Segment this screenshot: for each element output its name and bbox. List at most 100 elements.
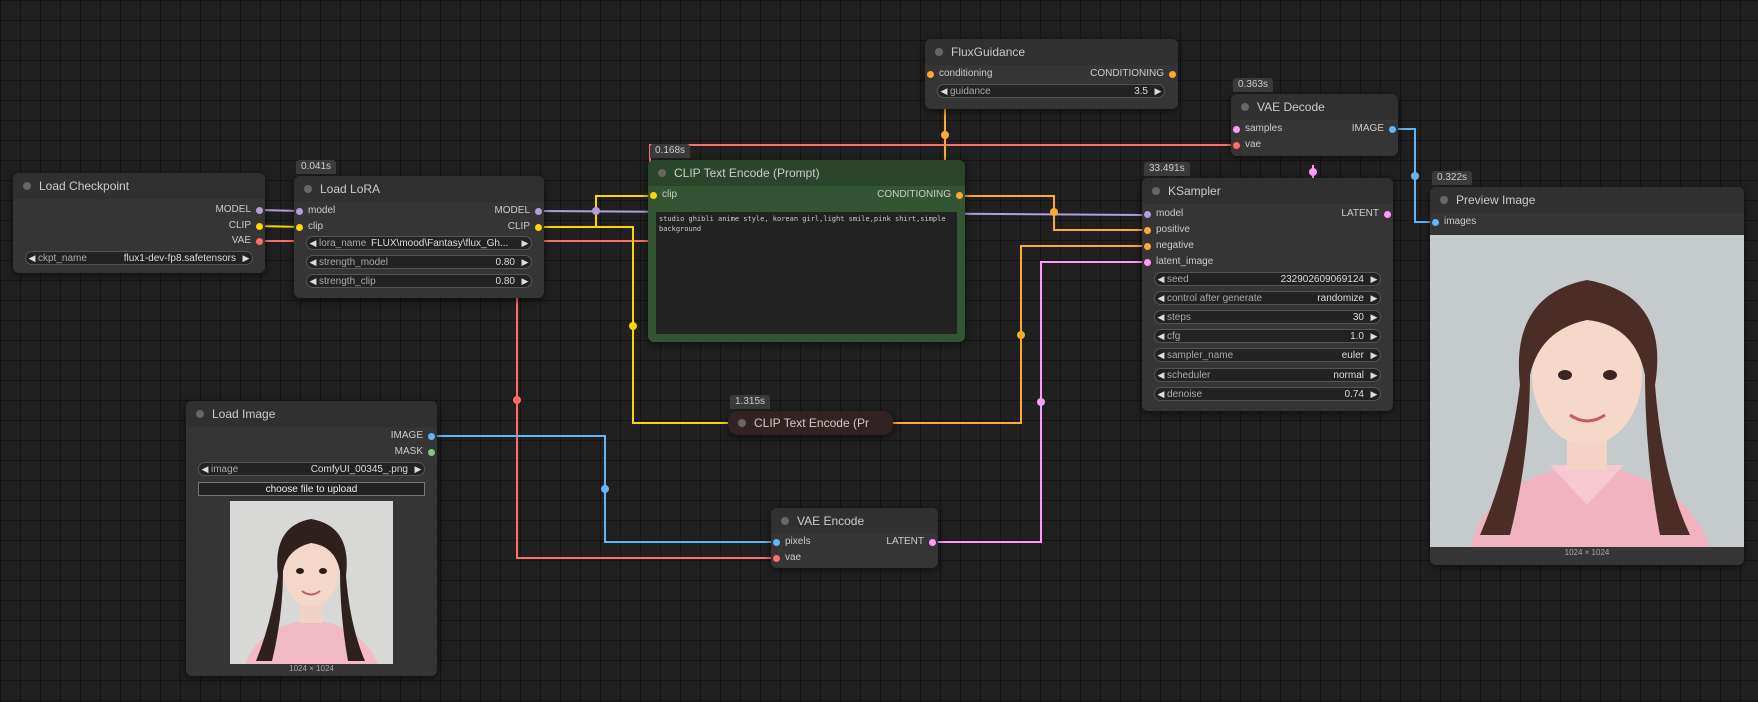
output-image[interactable]: IMAGE	[1304, 122, 1398, 136]
input-clip[interactable]: clip	[294, 220, 408, 234]
input-model[interactable]: model	[294, 204, 408, 218]
output-clip[interactable]: CLIP	[111, 219, 265, 233]
latent-pin-icon[interactable]	[1144, 259, 1151, 266]
clip-pin-icon[interactable]	[650, 192, 657, 199]
node-header[interactable]: Load Checkpoint	[13, 173, 265, 199]
output-conditioning[interactable]: CONDITIONING	[801, 188, 965, 202]
image-pin-icon[interactable]	[428, 433, 435, 440]
node-header[interactable]: FluxGuidance	[925, 39, 1178, 65]
arrow-right-icon[interactable]: ▶	[1368, 331, 1380, 342]
node-header[interactable]: VAE Encode	[771, 508, 938, 534]
collapse-dot-icon[interactable]	[781, 517, 789, 525]
arrow-left-icon[interactable]: ◀	[1155, 350, 1167, 361]
node-header[interactable]: CLIP Text Encode (Prompt)	[648, 160, 965, 186]
arrow-left-icon[interactable]: ◀	[1155, 274, 1167, 285]
widget-strength-model[interactable]: ◀ strength_model 0.80 ▶	[306, 255, 532, 269]
latent-pin-icon[interactable]	[1233, 126, 1240, 133]
widget-guidance[interactable]: ◀ guidance 3.5 ▶	[937, 84, 1165, 98]
upload-button[interactable]: choose file to upload	[198, 482, 425, 496]
output-image[interactable]: IMAGE	[323, 429, 437, 443]
arrow-left-icon[interactable]: ◀	[1155, 293, 1167, 304]
input-model[interactable]: model	[1142, 207, 1266, 221]
mask-pin-icon[interactable]	[428, 449, 435, 456]
arrow-right-icon[interactable]: ▶	[519, 257, 531, 268]
widget-strength-clip[interactable]: ◀ strength_clip 0.80 ▶	[306, 274, 532, 288]
arrow-left-icon[interactable]: ◀	[938, 86, 950, 97]
node-flux-guidance[interactable]: FluxGuidance conditioning CONDITIONING ◀…	[925, 39, 1178, 109]
node-header[interactable]: VAE Decode	[1231, 94, 1398, 120]
output-model[interactable]: MODEL	[111, 203, 265, 217]
input-negative[interactable]: negative	[1142, 239, 1266, 253]
node-preview-image[interactable]: 0.322s Preview Image images 1024 × 1024	[1430, 171, 1744, 565]
conditioning-pin-icon[interactable]	[927, 71, 934, 78]
node-vae-decode[interactable]: 0.363s VAE Decode samples vae IMAGE	[1231, 78, 1398, 156]
conditioning-pin-icon[interactable]	[1144, 243, 1151, 250]
node-header[interactable]: Preview Image	[1430, 187, 1744, 213]
output-model[interactable]: MODEL	[430, 204, 544, 218]
widget-control-after-generate[interactable]: ◀ control after generate randomize ▶	[1154, 291, 1381, 305]
node-clip-text-encode-collapsed[interactable]: 1.315s CLIP Text Encode (Pr	[728, 395, 893, 435]
arrow-left-icon[interactable]: ◀	[1155, 312, 1167, 323]
node-load-image[interactable]: Load Image IMAGE MASK ◀ image ComfyUI_0034…	[186, 401, 437, 676]
collapse-dot-icon[interactable]	[304, 185, 312, 193]
arrow-right-icon[interactable]: ▶	[1368, 389, 1380, 400]
arrow-right-icon[interactable]: ▶	[1368, 312, 1380, 323]
widget-steps[interactable]: ◀ steps 30 ▶	[1154, 310, 1381, 324]
output-latent[interactable]: LATENT	[1279, 207, 1393, 221]
model-pin-icon[interactable]	[296, 208, 303, 215]
model-pin-icon[interactable]	[535, 208, 542, 215]
arrow-right-icon[interactable]: ▶	[1368, 293, 1380, 304]
conditioning-pin-icon[interactable]	[1144, 227, 1151, 234]
node-header[interactable]: CLIP Text Encode (Pr	[728, 411, 893, 435]
widget-denoise[interactable]: ◀ denoise 0.74 ▶	[1154, 387, 1381, 401]
output-conditioning[interactable]: CONDITIONING	[1034, 67, 1178, 81]
arrow-left-icon[interactable]: ◀	[1155, 389, 1167, 400]
arrow-right-icon[interactable]: ▶	[519, 276, 531, 287]
vae-pin-icon[interactable]	[1233, 142, 1240, 149]
input-vae[interactable]: vae	[771, 551, 865, 565]
collapse-dot-icon[interactable]	[1241, 103, 1249, 111]
clip-pin-icon[interactable]	[296, 224, 303, 231]
collapse-dot-icon[interactable]	[738, 419, 746, 427]
widget-lora-name[interactable]: ◀ lora_name FLUX\mood\Fantasy\flux_Gh... ▶	[306, 236, 532, 250]
arrow-right-icon[interactable]: ▶	[240, 253, 252, 264]
arrow-right-icon[interactable]: ▶	[1368, 350, 1380, 361]
collapse-dot-icon[interactable]	[23, 182, 31, 190]
collapse-dot-icon[interactable]	[658, 169, 666, 177]
vae-pin-icon[interactable]	[256, 238, 263, 245]
arrow-right-icon[interactable]: ▶	[1368, 274, 1380, 285]
output-clip[interactable]: CLIP	[430, 220, 544, 234]
widget-ckpt-name[interactable]: ◀ ckpt_name flux1-dev-fp8.safetensors ▶	[25, 251, 253, 265]
output-latent[interactable]: LATENT	[844, 535, 938, 549]
latent-pin-icon[interactable]	[1384, 211, 1391, 218]
arrow-left-icon[interactable]: ◀	[199, 464, 211, 475]
node-header[interactable]: Load LoRA	[294, 176, 544, 202]
image-pin-icon[interactable]	[1432, 219, 1439, 226]
collapse-dot-icon[interactable]	[1152, 187, 1160, 195]
node-ksampler[interactable]: 33.491s KSampler model positive negative…	[1142, 162, 1393, 411]
widget-seed[interactable]: ◀ seed 232902609069124 ▶	[1154, 272, 1381, 286]
node-load-lora[interactable]: 0.041s Load LoRA model clip MODEL CLIP ◀…	[294, 160, 544, 298]
arrow-left-icon[interactable]: ◀	[1155, 331, 1167, 342]
input-conditioning[interactable]: conditioning	[925, 67, 1049, 81]
arrow-left-icon[interactable]: ◀	[26, 253, 38, 264]
conditioning-pin-icon[interactable]	[1169, 71, 1176, 78]
arrow-right-icon[interactable]: ▶	[1152, 86, 1164, 97]
node-clip-text-encode[interactable]: 0.168s CLIP Text Encode (Prompt) clip CO…	[648, 144, 965, 342]
input-latent-image[interactable]: latent_image	[1142, 255, 1266, 269]
input-positive[interactable]: positive	[1142, 223, 1266, 237]
image-pin-icon[interactable]	[1389, 126, 1396, 133]
image-pin-icon[interactable]	[773, 539, 780, 546]
arrow-left-icon[interactable]: ◀	[1155, 370, 1167, 381]
node-header[interactable]: KSampler	[1142, 178, 1393, 204]
node-header[interactable]: Load Image	[186, 401, 437, 427]
prompt-textarea[interactable]: studio ghibli anime style, korean girl,l…	[656, 212, 957, 334]
widget-scheduler[interactable]: ◀ scheduler normal ▶	[1154, 368, 1381, 382]
arrow-left-icon[interactable]: ◀	[307, 276, 319, 287]
widget-cfg[interactable]: ◀ cfg 1.0 ▶	[1154, 329, 1381, 343]
model-pin-icon[interactable]	[256, 207, 263, 214]
model-pin-icon[interactable]	[1144, 211, 1151, 218]
collapse-dot-icon[interactable]	[935, 48, 943, 56]
latent-pin-icon[interactable]	[929, 539, 936, 546]
collapse-dot-icon[interactable]	[1440, 196, 1448, 204]
